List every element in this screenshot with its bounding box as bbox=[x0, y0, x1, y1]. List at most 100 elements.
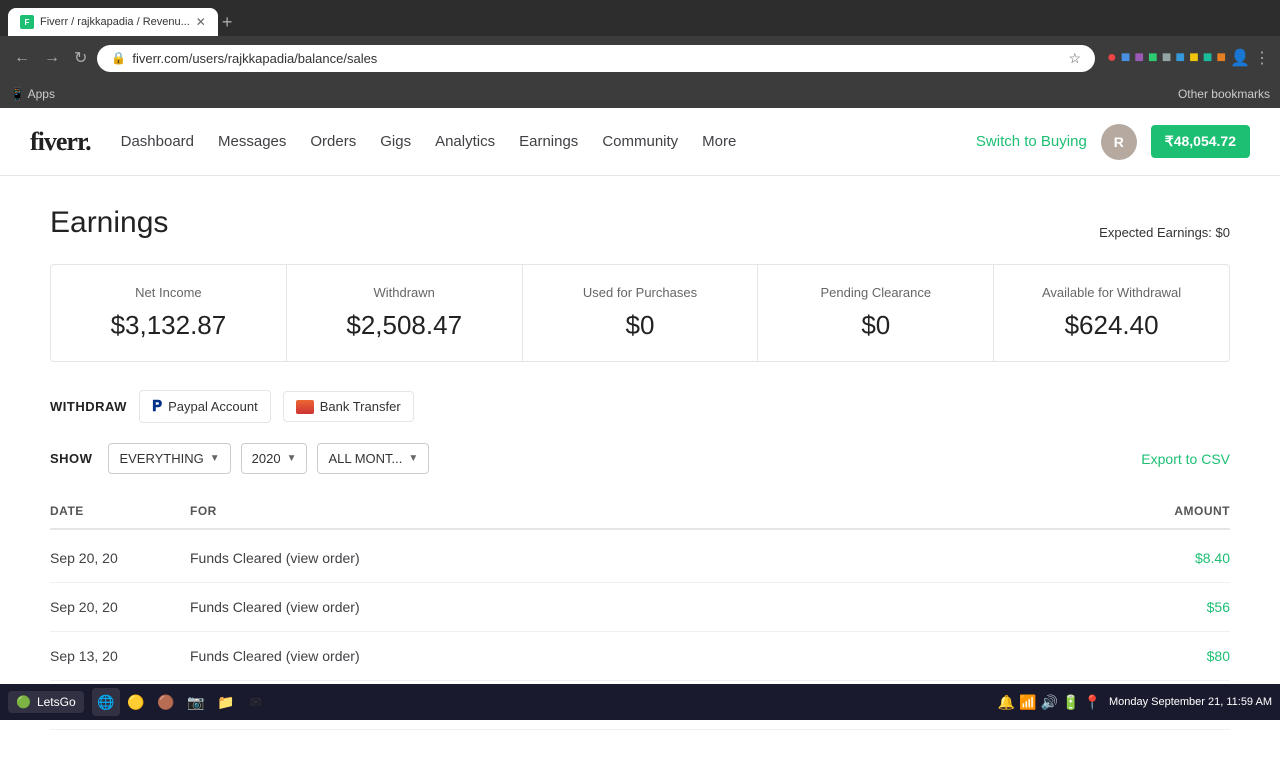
tab-title: Fiverr / rajkkapadia / Revenu... bbox=[40, 16, 190, 28]
taskbar: 🟢 LetsGo 🌐 🟡 🟤 📷 📁 ✉ 🔔 📶 🔊 🔋 📍 Monday Se… bbox=[0, 684, 1280, 720]
taskbar-battery-icon[interactable]: 🔋 bbox=[1062, 694, 1079, 711]
new-tab-button[interactable]: + bbox=[222, 12, 233, 33]
ext-icon-red[interactable]: ● bbox=[1107, 49, 1117, 67]
lock-icon: 🔒 bbox=[111, 51, 126, 65]
taskbar-start-button[interactable]: 🟢 LetsGo bbox=[8, 691, 84, 713]
taskbar-network-icon[interactable]: 📶 bbox=[1019, 694, 1036, 711]
taskbar-datetime: Monday September 21, 11:59 AM bbox=[1109, 696, 1272, 708]
filter-type-dropdown[interactable]: EVERYTHING ▼ bbox=[108, 443, 230, 474]
back-button[interactable]: ← bbox=[10, 45, 34, 71]
stat-net-income-value: $3,132.87 bbox=[75, 310, 262, 341]
expected-earnings: Expected Earnings: $0 bbox=[1099, 225, 1230, 240]
bank-label: Bank Transfer bbox=[320, 399, 401, 414]
nav-earnings[interactable]: Earnings bbox=[519, 133, 578, 150]
ext-icon-blue[interactable]: ■ bbox=[1121, 49, 1131, 67]
other-bookmarks[interactable]: Other bookmarks bbox=[1178, 87, 1270, 101]
row-for-1: Funds Cleared (view order) bbox=[190, 550, 1110, 566]
apps-bookmark[interactable]: 📱 Apps bbox=[10, 87, 55, 101]
taskbar-apps: 🌐 🟡 🟤 📷 📁 ✉ bbox=[92, 688, 270, 716]
paypal-label: Paypal Account bbox=[168, 399, 258, 414]
row-amount-1: $8.40 bbox=[1110, 550, 1230, 566]
active-tab[interactable]: F Fiverr / rajkkapadia / Revenu... ✕ bbox=[8, 8, 218, 36]
nav-community[interactable]: Community bbox=[602, 133, 678, 150]
stat-available-withdrawal-value: $624.40 bbox=[1018, 310, 1205, 341]
nav-dashboard[interactable]: Dashboard bbox=[121, 133, 194, 150]
taskbar-app-mail[interactable]: ✉ bbox=[242, 688, 270, 716]
row-for-2: Funds Cleared (view order) bbox=[190, 599, 1110, 615]
taskbar-start-label: LetsGo bbox=[37, 695, 76, 709]
col-header-amount: AMOUNT bbox=[1110, 504, 1230, 518]
stat-net-income-label: Net Income bbox=[75, 285, 262, 300]
forward-button[interactable]: → bbox=[40, 45, 64, 71]
tab-favicon: F bbox=[20, 15, 34, 29]
extensions-area: ● ■ ■ ■ ■ ■ ■ ■ ■ 👤 ⋮ bbox=[1107, 48, 1270, 68]
user-avatar[interactable]: R bbox=[1101, 124, 1137, 160]
filter-year-dropdown[interactable]: 2020 ▼ bbox=[241, 443, 308, 474]
taskbar-app-chrome[interactable]: 🌐 bbox=[92, 688, 120, 716]
url-text: fiverr.com/users/rajkkapadia/balance/sal… bbox=[132, 51, 1062, 66]
taskbar-app-yellow[interactable]: 🟡 bbox=[122, 688, 150, 716]
fiverr-logo[interactable]: fiverr. bbox=[30, 127, 91, 157]
taskbar-app-folder[interactable]: 📁 bbox=[212, 688, 240, 716]
site-header: fiverr. Dashboard Messages Orders Gigs A… bbox=[0, 108, 1280, 176]
page-header: Earnings Expected Earnings: $0 bbox=[50, 206, 1230, 240]
taskbar-location-icon[interactable]: 📍 bbox=[1084, 694, 1101, 711]
stat-withdrawn: Withdrawn $2,508.47 bbox=[287, 265, 523, 361]
withdraw-label: WITHDRAW bbox=[50, 399, 127, 414]
bank-icon bbox=[296, 400, 314, 414]
row-for-3: Funds Cleared (view order) bbox=[190, 648, 1110, 664]
taskbar-start-icon: 🟢 bbox=[16, 695, 31, 709]
switch-to-buying-button[interactable]: Switch to Buying bbox=[976, 133, 1087, 150]
balance-button[interactable]: ₹48,054.72 bbox=[1151, 125, 1250, 158]
reload-button[interactable]: ↻ bbox=[70, 44, 91, 72]
tab-bar: F Fiverr / rajkkapadia / Revenu... ✕ + bbox=[0, 0, 1280, 36]
stat-net-income: Net Income $3,132.87 bbox=[51, 265, 287, 361]
bank-transfer-button[interactable]: Bank Transfer bbox=[283, 391, 414, 422]
taskbar-right: 🔔 📶 🔊 🔋 📍 Monday September 21, 11:59 AM bbox=[998, 694, 1272, 711]
ext-icon-yellow[interactable]: ■ bbox=[1189, 49, 1199, 67]
filter-month-value: ALL MONT... bbox=[328, 451, 402, 466]
row-amount-3: $80 bbox=[1110, 648, 1230, 664]
ext-icon-teal[interactable]: ■ bbox=[1203, 49, 1213, 67]
bookmark-star-icon[interactable]: ☆ bbox=[1068, 50, 1081, 67]
expected-earnings-value: $0 bbox=[1216, 225, 1230, 240]
col-header-for: FOR bbox=[190, 504, 1110, 518]
taskbar-app-camera[interactable]: 📷 bbox=[182, 688, 210, 716]
export-csv-button[interactable]: Export to CSV bbox=[1141, 451, 1230, 467]
row-amount-2: $56 bbox=[1110, 599, 1230, 615]
show-label: SHOW bbox=[50, 451, 92, 466]
ext-icon-grey[interactable]: ■ bbox=[1162, 49, 1172, 67]
row-date-2: Sep 20, 20 bbox=[50, 599, 190, 615]
nav-analytics[interactable]: Analytics bbox=[435, 133, 495, 150]
nav-orders[interactable]: Orders bbox=[310, 133, 356, 150]
stat-used-for-purchases-label: Used for Purchases bbox=[547, 285, 734, 300]
dropdown-arrow-icon: ▼ bbox=[210, 453, 220, 464]
nav-messages[interactable]: Messages bbox=[218, 133, 286, 150]
show-section: SHOW EVERYTHING ▼ 2020 ▼ ALL MONT... ▼ E… bbox=[50, 443, 1230, 474]
paypal-icon: 𝐏 bbox=[152, 398, 162, 415]
ext-menu-icon[interactable]: ⋮ bbox=[1254, 48, 1270, 68]
address-bar[interactable]: 🔒 fiverr.com/users/rajkkapadia/balance/s… bbox=[97, 45, 1095, 72]
filter-month-dropdown[interactable]: ALL MONT... ▼ bbox=[317, 443, 429, 474]
row-date-1: Sep 20, 20 bbox=[50, 550, 190, 566]
taskbar-volume-icon[interactable]: 🔊 bbox=[1041, 694, 1058, 711]
stat-used-for-purchases: Used for Purchases $0 bbox=[523, 265, 759, 361]
stat-pending-clearance: Pending Clearance $0 bbox=[758, 265, 994, 361]
ext-icon-purple[interactable]: ■ bbox=[1134, 49, 1144, 67]
taskbar-system-icons: 🔔 📶 🔊 🔋 📍 bbox=[998, 694, 1101, 711]
table-row: Sep 20, 20 Funds Cleared (view order) $8… bbox=[50, 534, 1230, 583]
ext-icon-blue2[interactable]: ■ bbox=[1175, 49, 1185, 67]
taskbar-app-files[interactable]: 🟤 bbox=[152, 688, 180, 716]
taskbar-notification-icon[interactable]: 🔔 bbox=[998, 694, 1015, 711]
paypal-withdraw-button[interactable]: 𝐏 Paypal Account bbox=[139, 390, 271, 423]
ext-icon-avatar[interactable]: 👤 bbox=[1230, 48, 1250, 68]
main-content: Earnings Expected Earnings: $0 Net Incom… bbox=[0, 176, 1280, 760]
close-tab-button[interactable]: ✕ bbox=[196, 15, 206, 29]
logo-text: fiverr. bbox=[30, 127, 91, 156]
stat-available-withdrawal-label: Available for Withdrawal bbox=[1018, 285, 1205, 300]
expected-earnings-label: Expected Earnings: bbox=[1099, 225, 1212, 240]
nav-gigs[interactable]: Gigs bbox=[380, 133, 411, 150]
ext-icon-green[interactable]: ■ bbox=[1148, 49, 1158, 67]
ext-icon-orange[interactable]: ■ bbox=[1216, 49, 1226, 67]
nav-more[interactable]: More bbox=[702, 133, 736, 150]
